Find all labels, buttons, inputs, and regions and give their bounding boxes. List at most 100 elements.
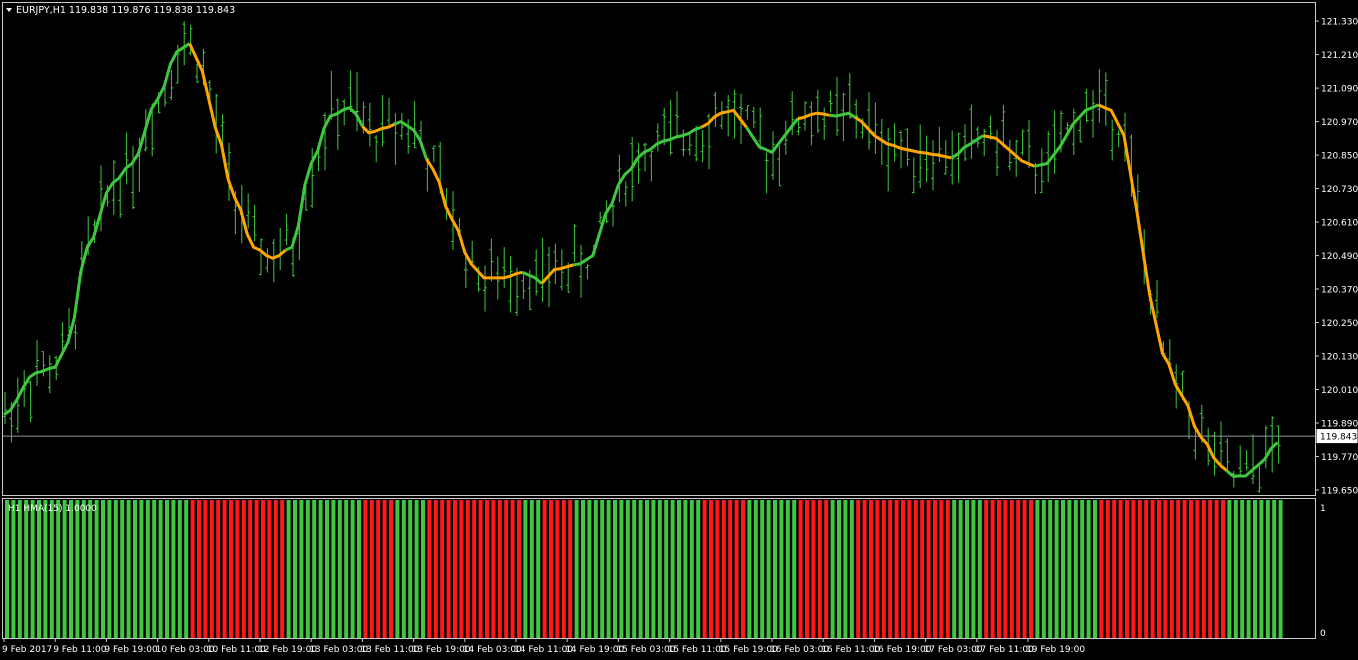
price-tick-label: 121.210 [1321,51,1358,61]
hist-bar-up [24,500,29,638]
hist-bar-up [325,500,329,638]
hist-bar-down [273,500,278,638]
hist-bar-down [376,500,381,638]
time-axis[interactable]: 9 Feb 2017 9 Feb 11:009 Feb 19:0010 Feb 0… [2,638,1085,655]
hist-bar-up [1080,500,1085,638]
hist-bar-up [305,500,310,638]
hist-bar-up [971,500,976,638]
hist-bar-up [651,500,656,638]
hist-bar-up [177,500,182,638]
hist-bar-up [779,500,784,638]
hist-bar-up [171,500,176,638]
hist-bar-up [1259,500,1264,638]
hist-bar-down [190,500,195,638]
hist-bar-up [773,500,777,638]
hist-bar-down [881,500,886,638]
hist-bar-up [126,500,131,638]
hist-bar-down [1182,500,1187,638]
hist-bar-down [459,500,464,638]
hist-bar-up [606,500,611,638]
hist-bar-up [536,500,541,638]
hist-bar-up [113,500,118,638]
chart-window[interactable]: 121.330 121.210 121.090 120.970 120.850 120.7… [0,0,1358,660]
hist-bar-down [1169,500,1174,638]
price-tick-label: 120.610 [1321,219,1358,229]
hist-bar-up [952,500,957,638]
hist-bar-up [1265,500,1270,638]
hist-bar-up [1240,500,1245,638]
hist-bar-up [107,500,112,638]
hist-bar-down [491,500,496,638]
hist-bar-up [414,500,419,638]
hist-bar-down [446,500,451,638]
hist-bar-down [875,500,880,638]
hist-bar-up [350,500,355,638]
hist-bar-down [197,500,201,638]
hist-bar-down [542,500,547,638]
hist-bar-down [1131,500,1136,638]
price-tick-label: 120.250 [1321,319,1358,329]
hist-bar-down [485,500,489,638]
hist-bar-down [453,500,457,638]
hist-bar-up [843,500,848,638]
hist-bar-down [510,500,515,638]
hist-bar-down [926,500,931,638]
hist-bar-down [440,500,445,638]
hist-bar-up [849,500,854,638]
hist-bar-up [357,500,361,638]
hist-bar-down [1112,500,1117,638]
hist-bar-up [1073,500,1078,638]
hist-bar-up [664,500,669,638]
hist-bar-down [209,500,214,638]
hist-bar-down [798,500,803,638]
hist-bar-down [1163,500,1168,638]
hist-bar-up [152,500,157,638]
hist-bar-down [894,500,899,638]
hist-bar-up [1272,500,1277,638]
hist-bar-up [830,500,835,638]
hist-bar-up [88,500,93,638]
hist-bar-down [504,500,509,638]
indicator-scale-top: 1 [1320,504,1326,514]
hist-bar-down [1176,500,1181,638]
hist-bar-down [856,500,861,638]
indicator-label: H1 HMA(15) 1.0000 [8,504,97,514]
hist-bar-up [421,500,425,638]
hist-bar-down [1022,500,1027,638]
hist-bar-up [1253,500,1257,638]
hist-bar-down [248,500,253,638]
hist-bar-down [997,500,1001,638]
hist-bar-down [369,500,374,638]
price-tick-label: 119.890 [1321,420,1358,430]
hist-bar-down [734,500,739,638]
price-tick-label: 120.370 [1321,286,1358,296]
hist-bar-up [753,500,758,638]
hist-bar-down [465,500,470,638]
main-panel-frame [2,2,1316,496]
hist-bar-up [101,500,105,638]
hist-bar-up [56,500,61,638]
hist-bar-up [670,500,675,638]
hist-bar-down [1189,500,1193,638]
hist-bar-down [1221,500,1225,638]
hist-bar-up [529,500,534,638]
hist-bar-up [619,500,624,638]
hist-bar-down [267,500,272,638]
time-tick-label: 9 Feb 19:00 [104,645,158,655]
hist-bar-down [382,500,387,638]
hist-bar-up [165,500,169,638]
hist-bar-down [728,500,733,638]
hist-bar-down [363,500,368,638]
hist-bar-up [689,500,694,638]
hist-bar-up [683,500,688,638]
hist-bar-down [497,500,502,638]
hist-bar-up [587,500,592,638]
hist-bar-up [49,500,54,638]
hist-bar-up [792,500,797,638]
price-axis[interactable]: 121.330 121.210 121.090 120.970 120.850 120.7… [1315,18,1358,497]
hist-bar-down [433,500,438,638]
hist-bar-up [677,500,681,638]
hist-bar-up [958,500,963,638]
hist-bar-up [1061,500,1065,638]
hist-bar-down [805,500,809,638]
